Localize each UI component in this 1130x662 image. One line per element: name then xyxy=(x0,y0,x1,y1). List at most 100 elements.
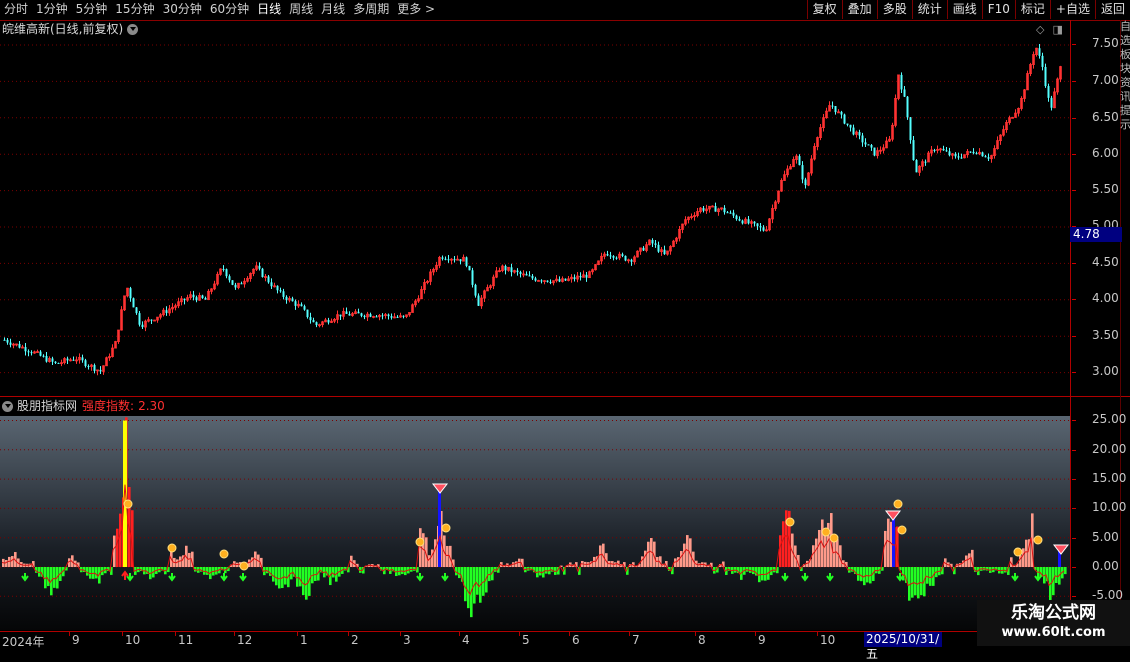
chart-canvas[interactable] xyxy=(0,0,1130,650)
window-icon[interactable]: ◨ xyxy=(1052,23,1062,36)
candle-body xyxy=(948,151,951,156)
candle-body xyxy=(867,144,870,146)
candle-body xyxy=(132,298,135,308)
candle-body xyxy=(756,223,759,227)
indicator-bar xyxy=(884,530,887,567)
x-axis-label: 11 xyxy=(178,633,194,647)
indicator-bar xyxy=(779,535,782,567)
candle-body xyxy=(294,301,297,306)
indicator-bar xyxy=(68,558,71,567)
candle-body xyxy=(51,358,54,362)
runner-icon xyxy=(829,533,839,543)
candle-body xyxy=(975,153,978,155)
candle-body xyxy=(528,275,531,277)
candle-body xyxy=(204,298,207,300)
candle-body xyxy=(93,365,96,371)
chevron-down-icon[interactable] xyxy=(127,23,139,35)
watermark-url: www.60lt.com xyxy=(1001,625,1106,640)
chevron-down-icon[interactable] xyxy=(2,400,13,412)
indicator-label: 强度指数: xyxy=(82,399,135,413)
runner-icon xyxy=(785,517,795,527)
candle-body xyxy=(726,212,729,214)
candle-body xyxy=(909,117,912,141)
right-side-tabs[interactable]: 自选板块资讯提示 xyxy=(1120,20,1130,630)
candle-body xyxy=(558,279,561,282)
candle-body xyxy=(267,276,270,283)
runner-icon xyxy=(893,499,903,509)
indicator-bar xyxy=(761,567,764,581)
signal-bar xyxy=(892,514,895,567)
candle-body xyxy=(546,280,549,282)
candle-body xyxy=(183,298,186,301)
candle-body xyxy=(735,215,738,220)
price-grid xyxy=(0,44,1070,374)
candle-body xyxy=(357,311,360,314)
candle-body xyxy=(6,339,9,343)
indicator-bar xyxy=(1055,567,1058,583)
indicator-bar xyxy=(314,567,317,582)
candle-body xyxy=(381,315,384,317)
candle-body xyxy=(960,157,963,159)
candle-body xyxy=(228,276,231,281)
indicator-bar xyxy=(275,567,278,586)
indicator-bar xyxy=(656,556,659,567)
runner-icon xyxy=(1033,535,1043,545)
candle-body xyxy=(1038,48,1041,56)
indicator-bar xyxy=(476,567,479,595)
candle-body xyxy=(504,266,507,271)
x-axis-label: 3 xyxy=(403,633,411,647)
indicator-bar xyxy=(434,539,437,567)
candle-body xyxy=(225,269,228,277)
indicator-bar xyxy=(641,556,644,567)
candle-body xyxy=(231,280,234,285)
candle-body xyxy=(54,361,57,363)
price-panel-header: 皖维高新(日线,前复权) xyxy=(2,21,139,37)
candle-body xyxy=(732,212,735,216)
candle-body xyxy=(375,316,378,318)
indicator-bar xyxy=(674,558,677,567)
diamond-icon[interactable]: ◇ xyxy=(1036,23,1044,36)
candle-body xyxy=(459,259,462,262)
candle-body xyxy=(870,145,873,148)
candle-body xyxy=(327,319,330,323)
date-x-axis: 2024年 9 10 11 12 1 2 3 4 5 6 7 8 9 10 xyxy=(0,631,1130,650)
indicator-bar xyxy=(116,528,119,567)
candle-body xyxy=(573,277,576,280)
candle-body xyxy=(534,278,537,281)
candle-body xyxy=(549,281,552,283)
peak-bar xyxy=(123,420,127,567)
indicator-bar xyxy=(644,550,647,567)
candle-body xyxy=(285,296,288,301)
candle-body xyxy=(654,243,657,245)
candle-body xyxy=(138,313,141,325)
candle-body xyxy=(258,265,261,269)
candle-body xyxy=(45,355,48,362)
candle-body xyxy=(282,291,285,297)
indicator-bar xyxy=(1025,539,1028,567)
indicator-bar xyxy=(782,521,785,567)
indicator-bar xyxy=(188,552,191,567)
crosshair-date-label: 2025/10/31/五 xyxy=(864,632,942,661)
candle-body xyxy=(933,149,936,151)
candle-body xyxy=(441,257,444,259)
indicator-bar xyxy=(428,555,431,567)
candle-body xyxy=(585,274,588,278)
candle-body xyxy=(804,179,807,186)
x-axis-label: 7 xyxy=(632,633,640,647)
indicator-tick-label: 5.00 xyxy=(1092,530,1119,544)
candle-body xyxy=(714,206,717,212)
candle-body xyxy=(615,257,618,259)
indicator-bar xyxy=(86,567,89,576)
watermark-title: 乐淘公式网 xyxy=(1011,603,1096,623)
stock-title: 皖维高新(日线,前复权) xyxy=(2,22,124,36)
candle-body xyxy=(702,208,705,211)
candle-body xyxy=(339,314,342,317)
indicator-bar xyxy=(179,556,182,567)
indicator-bar xyxy=(929,567,932,586)
indicator-name: 股朋指标网 xyxy=(17,399,78,413)
indicator-bar xyxy=(920,567,923,596)
candle-body xyxy=(9,342,12,345)
candle-body xyxy=(864,142,867,145)
candle-body xyxy=(759,226,762,228)
candle-body xyxy=(663,249,666,255)
